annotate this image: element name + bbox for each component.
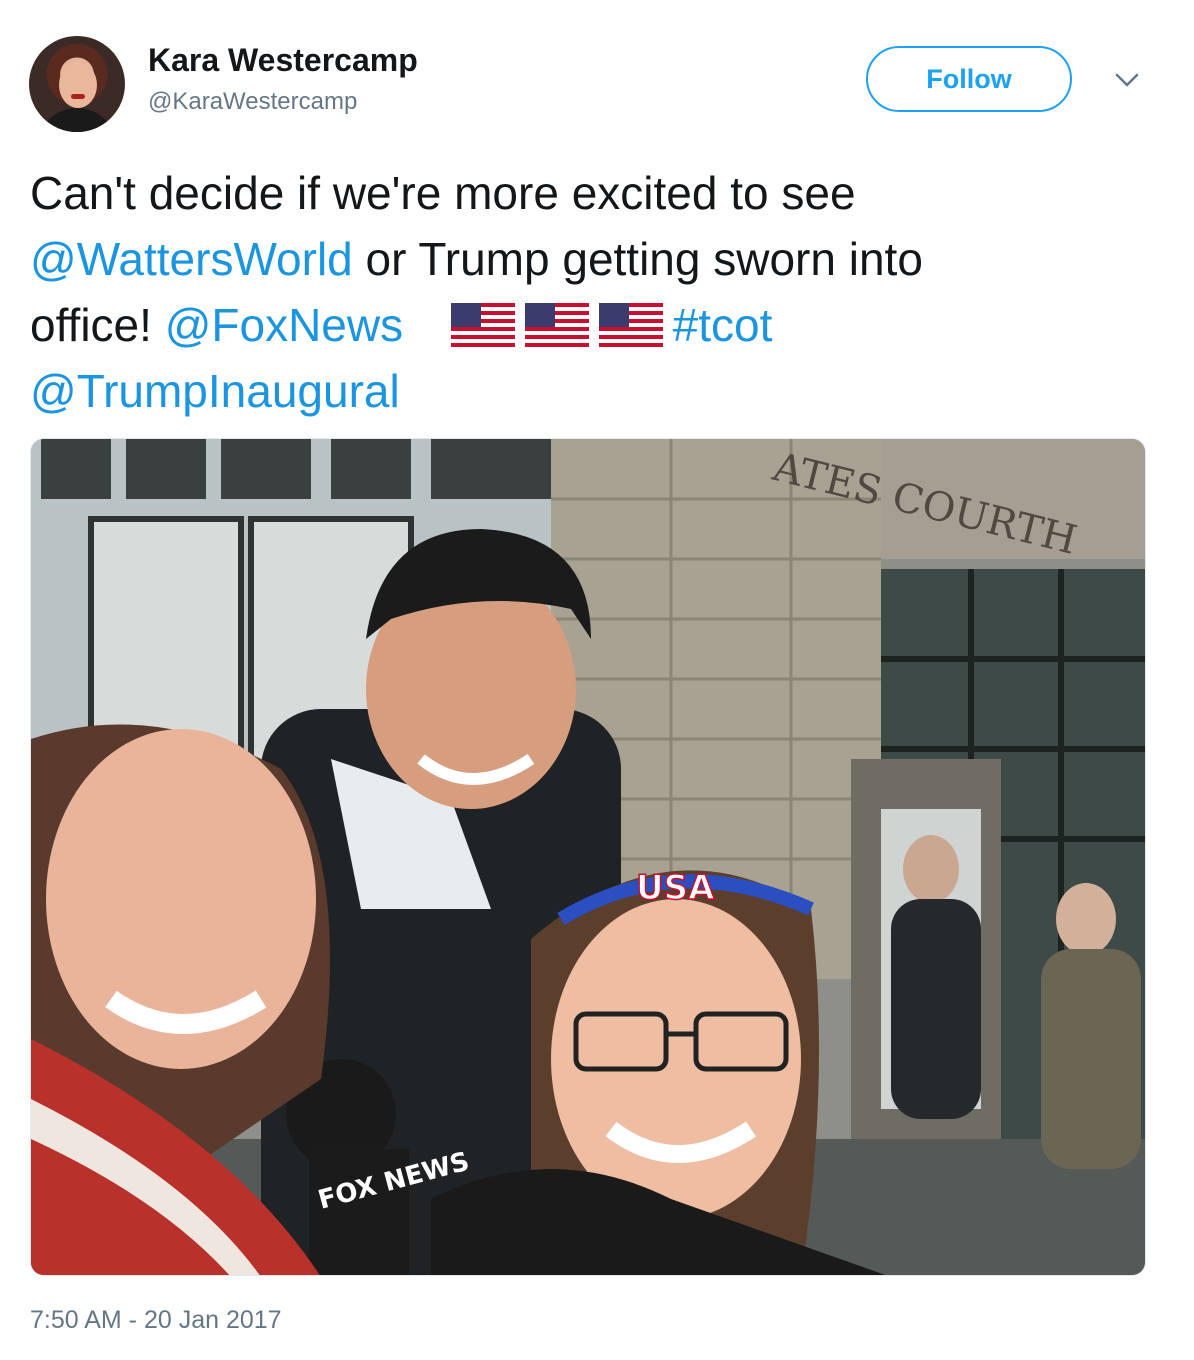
author-name[interactable]: Kara Westercamp	[148, 42, 418, 79]
selfie-photo: ATES COURTH FOX NEWS USA	[31, 439, 1145, 1275]
author-avatar[interactable]	[29, 36, 125, 132]
tweet-timestamp[interactable]: 7:50 AM - 20 Jan 2017	[30, 1306, 282, 1335]
author-handle[interactable]: @KaraWestercamp	[148, 88, 357, 116]
tweet-photo[interactable]: ATES COURTH FOX NEWS USA	[30, 438, 1146, 1276]
tweet-line-1: Can't decide if we're more excited to se…	[30, 160, 1164, 226]
us-flag-emoji-icon	[598, 303, 663, 347]
us-flag-emoji-icon	[450, 303, 515, 347]
tweet-text-segment: or Trump getting sworn into	[352, 233, 923, 285]
tweet-text-segment: Can't decide if we're more excited to se…	[30, 167, 856, 219]
tweet-line-4: @TrumpInaugural	[30, 358, 1164, 424]
tweet-line-3: office! @FoxNews #tcot	[30, 292, 1164, 358]
tweet-text: Can't decide if we're more excited to se…	[30, 160, 1164, 424]
us-flag-emoji-icon	[524, 303, 589, 347]
mention-foxnews[interactable]: @FoxNews	[165, 299, 403, 351]
chevron-down-icon[interactable]	[1112, 70, 1142, 90]
mention-wattersworld[interactable]: @WattersWorld	[30, 233, 353, 285]
mention-trumpinaugural[interactable]: @TrumpInaugural	[30, 365, 400, 417]
hashtag-tcot[interactable]: #tcot	[673, 299, 773, 351]
tweet-line-2: @WattersWorld or Trump getting sworn int…	[30, 226, 1164, 292]
tweet-text-segment: office!	[30, 299, 165, 351]
follow-button[interactable]: Follow	[866, 46, 1072, 112]
tweet-header: Kara Westercamp @KaraWestercamp Follow	[0, 0, 1194, 150]
headband-text: USA	[636, 868, 715, 908]
